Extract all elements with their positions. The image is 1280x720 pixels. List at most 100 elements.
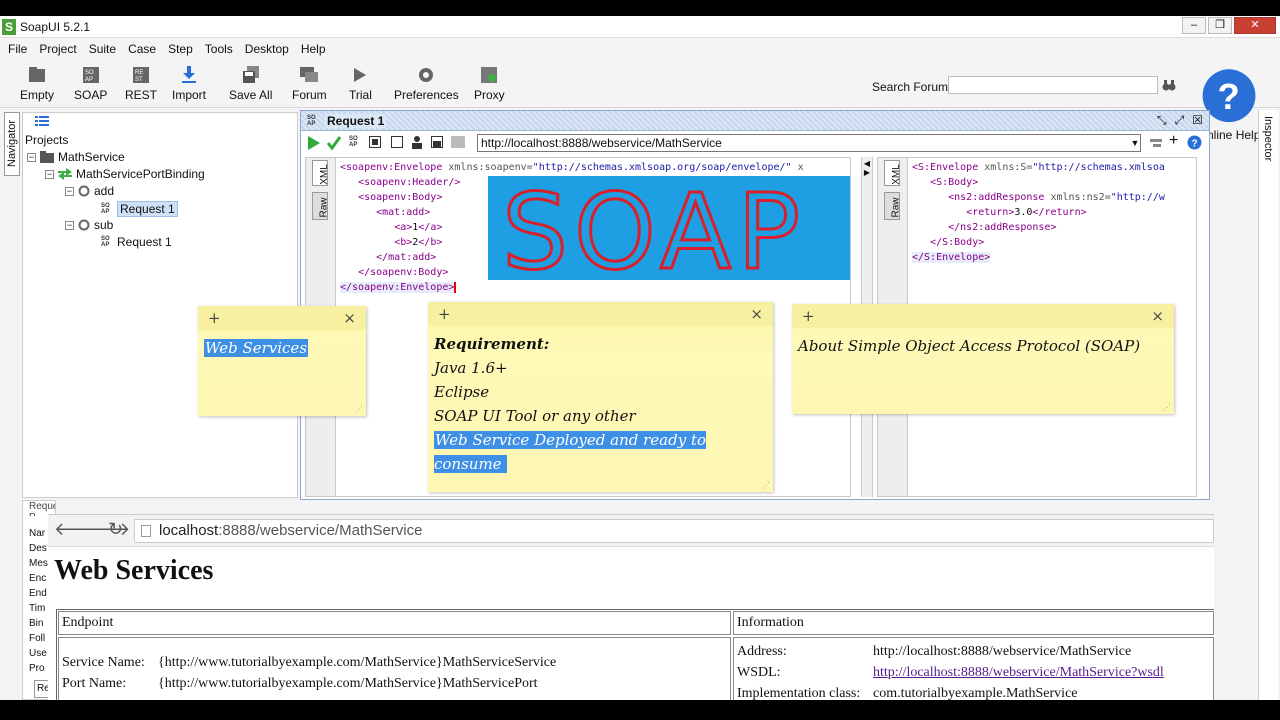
tab-xml[interactable]: XML <box>884 160 902 186</box>
submit-request-icon[interactable] <box>307 135 321 151</box>
browser-toolbar: 🡐 🡒 ↻ localhost:8888/webservice/MathServ… <box>48 515 1214 547</box>
wsdl-row: WSDL: http://localhost:8888/webservice/Ma… <box>737 662 1210 683</box>
add-note-icon[interactable]: + <box>208 309 221 327</box>
menu-project[interactable]: Project <box>33 40 82 60</box>
search-forum-input[interactable] <box>948 76 1158 94</box>
rest-project-button[interactable]: RE ST REST <box>125 66 157 102</box>
create-soap-icon[interactable]: SO AP <box>349 136 361 148</box>
format-icon[interactable] <box>369 136 381 148</box>
collapse-toggle[interactable]: − <box>65 220 74 230</box>
add-icon[interactable]: + <box>1169 132 1178 150</box>
save-all-button[interactable]: Save All <box>229 66 272 102</box>
close-icon[interactable]: × <box>343 309 356 327</box>
add-assertion-icon[interactable] <box>327 135 341 151</box>
soapui-window: S SoapUI 5.2.1 – ❐ ✕ File Project Suite … <box>0 16 1280 700</box>
forum-button[interactable]: Forum <box>292 66 327 102</box>
soap-request-icon: SO AP <box>101 236 110 248</box>
empty-project-button[interactable]: Empty <box>20 66 54 102</box>
response-xml-code[interactable]: <S:Envelope xmlns:S="http://schemas.xmls… <box>912 160 1165 265</box>
tab-xml[interactable]: XML <box>312 160 330 186</box>
page-heading: Web Services <box>54 555 214 586</box>
svg-text:SO: SO <box>85 70 94 76</box>
proxy-button[interactable]: Proxy <box>474 66 505 102</box>
close-panel-icon[interactable]: ☒ <box>1192 113 1203 128</box>
import-button[interactable]: Import <box>172 66 206 102</box>
menu-case[interactable]: Case <box>122 40 162 60</box>
browser-address-bar[interactable]: localhost:8888/webservice/MathService <box>134 519 1214 543</box>
empty-project-icon <box>29 67 45 82</box>
trial-icon <box>354 68 367 82</box>
minimize-button[interactable]: – <box>1182 17 1206 34</box>
implementation-row: Implementation class: com.tutorialbyexamp… <box>737 683 1210 700</box>
column-header-information: Information <box>733 611 1214 635</box>
column-header-endpoint: Endpoint <box>58 611 731 635</box>
tree-item-operation-sub[interactable]: − sub <box>65 218 113 232</box>
binoculars-icon[interactable] <box>1162 78 1176 92</box>
collapse-toggle[interactable]: − <box>65 186 74 196</box>
chevron-down-icon[interactable]: ▼ <box>1129 135 1141 151</box>
request-name: Request 1 <box>117 235 172 249</box>
help-icon[interactable]: ? <box>1187 135 1202 150</box>
resize-grip-icon[interactable]: ⋰ <box>1163 403 1171 412</box>
project-name: MathService <box>58 150 125 164</box>
attachment-icon[interactable] <box>431 136 443 148</box>
maximize-button[interactable]: ❐ <box>1208 17 1232 34</box>
service-name-value: {http://www.tutorialbyexample.com/MathSe… <box>158 655 557 670</box>
endpoint-cell: Service Name: {http://www.tutorialbyexamp… <box>58 637 731 700</box>
menu-step[interactable]: Step <box>162 40 199 60</box>
resize-grip-icon[interactable]: ⋰ <box>355 405 363 414</box>
port-name-value: {http://www.tutorialbyexample.com/MathSe… <box>158 676 538 691</box>
reload-icon[interactable]: ↻ <box>108 519 123 540</box>
toolbar-label: Import <box>172 88 207 102</box>
sticky-note-about-soap[interactable]: + × About Simple Object Access Protocol (… <box>792 304 1174 414</box>
url-path: :8888/webservice/MathService <box>218 522 423 539</box>
preferences-button[interactable]: Preferences <box>394 66 459 102</box>
soap-banner-image: SOAP <box>488 176 850 280</box>
trial-button[interactable]: Trial <box>349 66 372 102</box>
list-view-icon[interactable] <box>35 116 49 126</box>
endpoint-url-field[interactable]: http://localhost:8888/webservice/MathSer… <box>477 134 1141 152</box>
tab-raw[interactable]: Raw <box>884 192 902 220</box>
sticky-note-web-services[interactable]: + × Web Services ⋰ <box>198 306 366 416</box>
soap-project-button[interactable]: SO AP SOAP <box>74 66 107 102</box>
menu-desktop[interactable]: Desktop <box>239 40 295 60</box>
close-icon[interactable]: × <box>1151 307 1164 325</box>
binding-name: MathServicePortBinding <box>76 167 205 181</box>
sticky-note-requirements[interactable]: + × Requirement: Java 1.6+ Eclipse SOAP U… <box>428 302 773 492</box>
menu-suite[interactable]: Suite <box>83 40 122 60</box>
tree-item-binding[interactable]: − MathServicePortBinding <box>45 167 205 181</box>
note-line: Eclipse <box>434 383 490 401</box>
close-icon[interactable]: × <box>750 305 763 323</box>
title-bar: S SoapUI 5.2.1 – ❐ ✕ <box>0 16 1280 38</box>
add-note-icon[interactable]: + <box>802 307 815 325</box>
collapse-toggle[interactable]: − <box>27 152 36 162</box>
tree-item-request-sub[interactable]: SO AP Request 1 <box>101 235 172 249</box>
resize-grip-icon[interactable]: ⋰ <box>762 481 770 490</box>
collapse-toggle[interactable]: − <box>45 169 54 179</box>
note-line: SOAP UI Tool or any other <box>434 407 636 425</box>
svg-text:SOAP: SOAP <box>502 176 806 280</box>
page-icon <box>141 525 151 537</box>
tree-item-operation-add[interactable]: − add <box>65 184 114 198</box>
auth-user-icon[interactable] <box>411 135 423 149</box>
add-note-icon[interactable]: + <box>438 305 451 323</box>
navigator-tab[interactable]: Navigator <box>4 112 20 176</box>
tab-raw[interactable]: Raw <box>312 192 330 220</box>
endpoint-edit-icon[interactable] <box>1149 136 1163 150</box>
tree-item-request-add[interactable]: SO AP Request 1 <box>101 201 178 217</box>
project-tree-panel: Projects − MathService − MathServicePort… <box>22 112 298 498</box>
rest-project-icon: REST <box>133 67 149 83</box>
wsdl-link[interactable]: http://localhost:8888/webservice/MathSer… <box>873 662 1164 683</box>
menu-file[interactable]: File <box>2 40 33 60</box>
maximize-panel-icon[interactable]: ⤢ <box>1175 113 1185 128</box>
menu-tools[interactable]: Tools <box>199 40 239 60</box>
tree-root-projects[interactable]: Projects <box>25 133 68 147</box>
svg-text:?: ? <box>1192 139 1198 150</box>
inspector-tab[interactable]: Inspector <box>1258 110 1278 700</box>
minimize-panel-icon[interactable]: ⤡ <box>1157 113 1167 128</box>
stop-icon[interactable] <box>391 136 403 148</box>
tree-item-project[interactable]: − MathService <box>27 150 125 164</box>
inspector-label: Inspector <box>1262 116 1274 162</box>
menu-help[interactable]: Help <box>295 40 332 60</box>
close-window-button[interactable]: ✕ <box>1234 17 1276 34</box>
